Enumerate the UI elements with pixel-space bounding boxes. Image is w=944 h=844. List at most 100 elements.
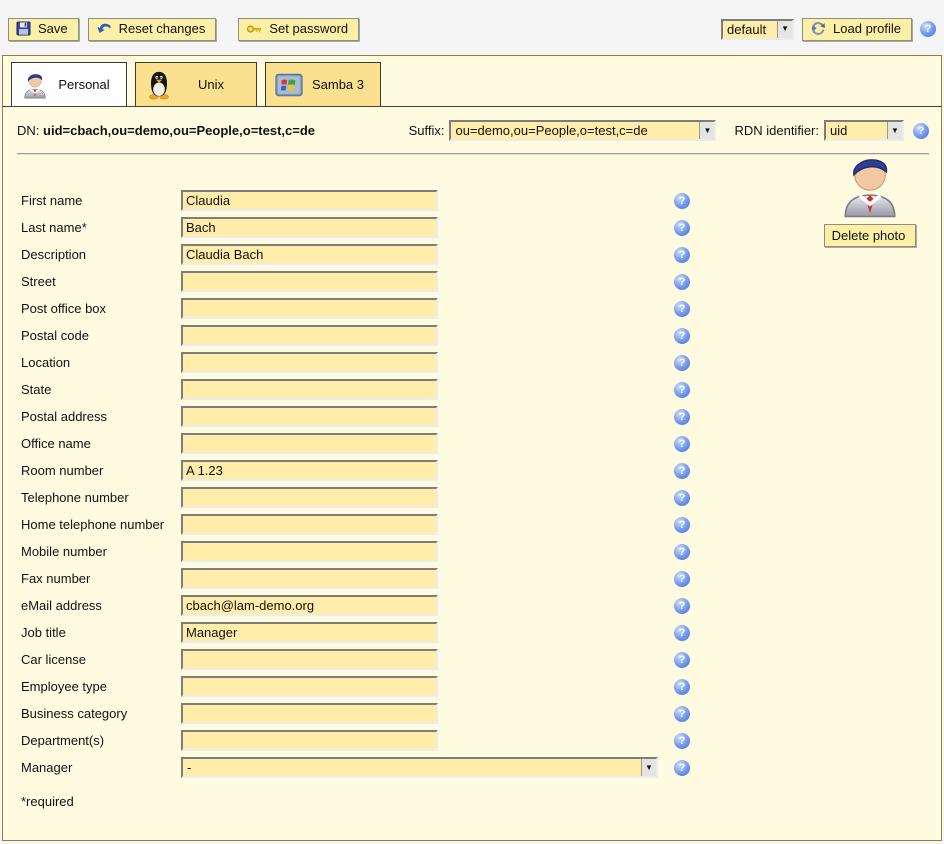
help-icon[interactable] [674, 679, 690, 695]
help-icon[interactable] [674, 760, 690, 776]
help-icon[interactable] [674, 247, 690, 263]
field-zone [181, 325, 666, 346]
text-field[interactable] [181, 379, 438, 400]
load-profile-label: Load profile [833, 21, 901, 36]
suffix-select[interactable]: ou=demo,ou=People,o=test,c=de ▼ [449, 120, 716, 141]
help-icon[interactable] [674, 733, 690, 749]
help-icon[interactable] [674, 382, 690, 398]
help-icon[interactable] [913, 123, 929, 139]
form-row: eMail address [21, 595, 929, 616]
help-icon[interactable] [920, 21, 936, 37]
text-field[interactable] [181, 595, 438, 616]
text-field[interactable] [181, 352, 438, 373]
form-row: Street [21, 271, 929, 292]
form-row: Fax number [21, 568, 929, 589]
chevron-down-icon: ▼ [887, 122, 902, 139]
field-zone [181, 271, 666, 292]
text-field[interactable] [181, 514, 438, 535]
text-field[interactable] [181, 622, 438, 643]
help-icon[interactable] [674, 625, 690, 641]
text-field[interactable] [181, 730, 438, 751]
text-field[interactable] [181, 460, 438, 481]
text-field[interactable] [181, 190, 438, 211]
text-field[interactable] [181, 217, 438, 238]
delete-photo-button[interactable]: Delete photo [824, 224, 917, 247]
manager-select[interactable]: -▼ [181, 757, 658, 778]
field-label: Manager [21, 760, 181, 775]
field-label: Business category [21, 706, 181, 721]
form-row: Postal address [21, 406, 929, 427]
tab-samba3[interactable]: Samba 3 [265, 62, 381, 106]
tab-personal[interactable]: Personal [11, 62, 127, 106]
dn-text: DN: uid=cbach,ou=demo,ou=People,o=test,c… [17, 123, 315, 138]
field-zone [181, 460, 666, 481]
text-field[interactable] [181, 649, 438, 670]
help-icon[interactable] [674, 436, 690, 452]
text-field[interactable] [181, 244, 438, 265]
text-field[interactable] [181, 703, 438, 724]
user-photo [816, 149, 924, 221]
help-icon[interactable] [674, 571, 690, 587]
reset-changes-label: Reset changes [119, 21, 206, 36]
rdn-identifier-select[interactable]: uid ▼ [824, 120, 904, 141]
save-button-label: Save [38, 21, 68, 36]
field-label: Room number [21, 463, 181, 478]
tab-unix[interactable]: Unix [135, 62, 257, 106]
form-row: Postal code [21, 325, 929, 346]
photo-block: Delete photo [816, 149, 924, 247]
suffix-select-value: ou=demo,ou=People,o=test,c=de [451, 122, 699, 139]
penguin-icon [144, 70, 174, 100]
form-row: Business category [21, 703, 929, 724]
field-label: Fax number [21, 571, 181, 586]
chevron-down-icon: ▼ [641, 759, 656, 776]
text-field[interactable] [181, 433, 438, 454]
help-icon[interactable] [674, 220, 690, 236]
help-icon[interactable] [674, 301, 690, 317]
text-field[interactable] [181, 676, 438, 697]
form-row: Room number [21, 460, 929, 481]
reset-changes-button[interactable]: Reset changes [88, 18, 217, 41]
help-icon[interactable] [674, 463, 690, 479]
field-zone [181, 703, 666, 724]
dn-value: uid=cbach,ou=demo,ou=People,o=test,c=de [43, 123, 315, 138]
profile-select[interactable]: default ▼ [721, 19, 794, 40]
profile-select-value: default [723, 21, 777, 38]
text-field[interactable] [181, 406, 438, 427]
form-row: Mobile number [21, 541, 929, 562]
help-icon[interactable] [674, 706, 690, 722]
field-label: Department(s) [21, 733, 181, 748]
toolbar: Save Reset changes Set password default … [0, 0, 944, 55]
text-field[interactable] [181, 541, 438, 562]
text-field[interactable] [181, 487, 438, 508]
help-icon[interactable] [674, 274, 690, 290]
help-icon[interactable] [674, 598, 690, 614]
load-profile-icon [810, 21, 826, 37]
rdn-select-value: uid [826, 122, 887, 139]
form-row: Last name* [21, 217, 929, 238]
text-field[interactable] [181, 568, 438, 589]
text-field[interactable] [181, 271, 438, 292]
help-icon[interactable] [674, 544, 690, 560]
dn-label: DN: [17, 123, 39, 138]
help-icon[interactable] [674, 328, 690, 344]
field-zone [181, 190, 666, 211]
help-icon[interactable] [674, 490, 690, 506]
field-zone [181, 541, 666, 562]
help-icon[interactable] [674, 409, 690, 425]
form-row: Job title [21, 622, 929, 643]
help-icon[interactable] [674, 652, 690, 668]
help-icon[interactable] [674, 517, 690, 533]
form-row: Post office box [21, 298, 929, 319]
field-zone [181, 298, 666, 319]
text-field[interactable] [181, 325, 438, 346]
field-zone [181, 568, 666, 589]
field-label: Employee type [21, 679, 181, 694]
help-icon[interactable] [674, 193, 690, 209]
field-label: Postal code [21, 328, 181, 343]
save-button[interactable]: Save [8, 18, 79, 41]
form-row: First name [21, 190, 929, 211]
text-field[interactable] [181, 298, 438, 319]
set-password-button[interactable]: Set password [238, 18, 359, 41]
help-icon[interactable] [674, 355, 690, 371]
load-profile-button[interactable]: Load profile [802, 18, 912, 41]
